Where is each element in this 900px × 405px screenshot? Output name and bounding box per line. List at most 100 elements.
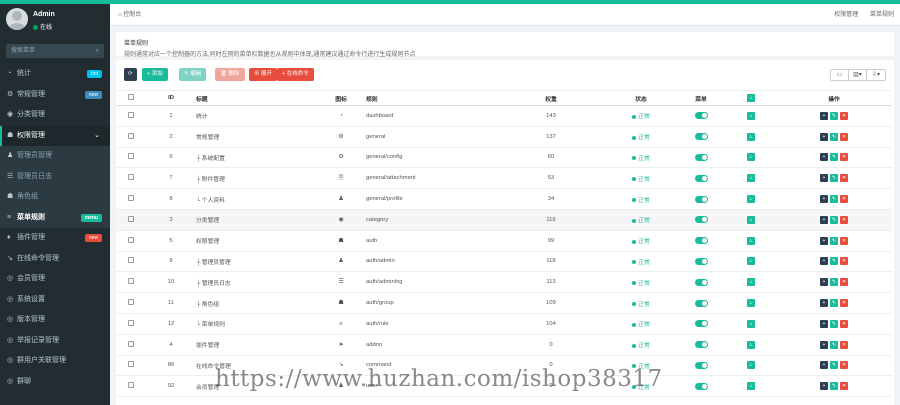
row-ismenu[interactable] <box>676 105 726 127</box>
refresh-button[interactable]: ⟳ <box>124 68 137 81</box>
sitemap-icon[interactable]: ⌂ <box>747 319 755 328</box>
row-ismenu[interactable] <box>676 271 726 294</box>
sidebar-item-8[interactable]: ♦ 插件管理 new <box>0 228 110 249</box>
add-child-icon[interactable]: + <box>820 257 828 266</box>
row-checkbox[interactable] <box>116 271 146 294</box>
status-badge[interactable]: 正常 <box>632 343 650 349</box>
table-row[interactable]: 1 统计 ◔ dashboard 143 正常 ⌂ + ✎ ✕ <box>116 105 892 127</box>
sitemap-icon[interactable]: ⌂ <box>747 361 755 370</box>
online-command-button[interactable]: + 在线命令 <box>277 68 314 81</box>
status-badge[interactable]: 正常 <box>632 114 650 120</box>
edit-icon[interactable]: ✎ <box>830 382 838 391</box>
delete-icon[interactable]: ✕ <box>840 111 848 120</box>
edit-icon[interactable]: ✎ <box>830 236 838 245</box>
edit-icon[interactable]: ✎ <box>830 111 838 120</box>
row-expand[interactable]: ⌂ <box>726 292 776 314</box>
row-status[interactable]: 正常 <box>606 188 676 210</box>
row-expand[interactable]: ⌂ <box>726 313 776 335</box>
row-status[interactable]: 正常 <box>606 209 676 231</box>
col-ismenu[interactable]: 菜单 <box>676 90 726 106</box>
status-badge[interactable]: 正常 <box>632 322 650 328</box>
add-child-icon[interactable]: + <box>820 340 828 349</box>
row-checkbox[interactable] <box>116 292 146 314</box>
sidebar-item-13[interactable]: ◎ 举报记录管理 <box>0 331 110 352</box>
sitemap-icon[interactable]: ⌂ <box>747 215 755 224</box>
delete-icon[interactable]: ✕ <box>840 236 848 245</box>
add-child-icon[interactable]: + <box>820 132 828 141</box>
status-badge[interactable]: 正常 <box>632 260 650 266</box>
row-checkbox[interactable] <box>116 209 146 231</box>
sidebar-item-9[interactable]: ↘ 在线命令管理 <box>0 249 110 270</box>
sidebar-item-3[interactable]: ☗ 权限管理 ⌄ <box>0 125 110 146</box>
add-child-icon[interactable]: + <box>820 111 828 120</box>
delete-icon[interactable]: ✕ <box>840 132 848 141</box>
export-icon[interactable]: ⇩▾ <box>867 70 885 80</box>
delete-icon[interactable]: ✕ <box>840 215 848 224</box>
row-ismenu[interactable] <box>676 188 726 210</box>
delete-icon[interactable]: ✕ <box>840 257 848 266</box>
row-checkbox[interactable] <box>116 313 146 335</box>
breadcrumb-home[interactable]: 控制台 <box>123 12 141 18</box>
row-ismenu[interactable] <box>676 251 726 273</box>
row-status[interactable]: 正常 <box>606 334 676 356</box>
delete-icon[interactable]: ✕ <box>840 153 848 162</box>
breadcrumb-item-rule[interactable]: 菜单规则 <box>870 12 894 18</box>
status-badge[interactable]: 正常 <box>632 135 650 141</box>
row-ismenu[interactable] <box>676 147 726 169</box>
sitemap-icon[interactable]: ⌂ <box>747 111 755 120</box>
sidebar-item-15[interactable]: ◎ 群聊 <box>0 372 110 393</box>
table-row[interactable]: 4 插件管理 ➤ addon 0 正常 ⌂ + ✎ ✕ <box>116 334 892 356</box>
edit-icon[interactable]: ✎ <box>830 153 838 162</box>
status-badge[interactable]: 正常 <box>632 218 650 224</box>
row-status[interactable]: 正常 <box>606 105 676 127</box>
menu-toggle-switch[interactable] <box>694 382 708 390</box>
sidebar-item-1[interactable]: ⚙ 常规管理 new <box>0 85 110 106</box>
sitemap-icon[interactable]: ⌂ <box>747 382 755 391</box>
table-row[interactable]: 10 ├ 管理员日志 ☰ auth/adminlog 113 正常 ⌂ + ✎ ✕ <box>116 271 892 294</box>
menu-toggle-switch[interactable] <box>694 195 708 203</box>
menu-toggle-switch[interactable] <box>694 216 708 224</box>
row-ismenu[interactable] <box>676 355 726 377</box>
table-row[interactable]: 2 常规管理 ⚙ general 137 正常 ⌂ + ✎ ✕ <box>116 126 892 148</box>
search-icon[interactable]: ⌕ <box>96 44 99 58</box>
row-expand[interactable]: ⌂ <box>726 105 776 127</box>
menu-toggle-switch[interactable] <box>694 257 708 265</box>
menu-toggle-switch[interactable] <box>694 174 708 182</box>
add-child-icon[interactable]: + <box>820 319 828 328</box>
sidebar-item-4[interactable]: ♟ 管理员管理 <box>0 146 110 167</box>
expand-button[interactable]: ⊕ 展开 <box>249 68 278 81</box>
status-badge[interactable]: 正常 <box>632 239 650 245</box>
row-expand[interactable]: ⌂ <box>726 355 776 377</box>
row-expand[interactable]: ⌂ <box>726 230 776 252</box>
col-rule[interactable]: 规则 <box>366 90 496 106</box>
delete-icon[interactable]: ✕ <box>840 299 848 308</box>
menu-toggle-switch[interactable] <box>694 299 708 307</box>
row-checkbox[interactable] <box>116 230 146 252</box>
sidebar-item-2[interactable]: ◉ 分类管理 <box>0 105 110 126</box>
delete-button[interactable]: 🗑 删除 <box>215 68 245 81</box>
add-button[interactable]: + 添加 <box>142 68 168 81</box>
row-expand[interactable]: ⌂ <box>726 251 776 273</box>
edit-icon[interactable]: ✎ <box>830 215 838 224</box>
row-status[interactable]: 正常 <box>606 313 676 335</box>
table-row[interactable]: 3 分类管理 ◉ category 119 正常 ⌂ + ✎ ✕ <box>116 209 892 231</box>
add-child-icon[interactable]: + <box>820 215 828 224</box>
add-child-icon[interactable]: + <box>820 174 828 183</box>
edit-icon[interactable]: ✎ <box>830 299 838 308</box>
columns-icon[interactable]: ▥▾ <box>849 70 867 80</box>
row-expand[interactable]: ⌂ <box>726 375 776 398</box>
sidebar-item-6[interactable]: ☗ 角色组 <box>0 187 110 208</box>
delete-icon[interactable]: ✕ <box>840 319 848 328</box>
edit-icon[interactable]: ✎ <box>830 340 838 349</box>
row-status[interactable]: 正常 <box>606 126 676 148</box>
menu-toggle-switch[interactable] <box>694 133 708 141</box>
edit-icon[interactable]: ✎ <box>830 195 838 204</box>
row-checkbox[interactable] <box>116 126 146 148</box>
row-status[interactable]: 正常 <box>606 292 676 314</box>
status-badge[interactable]: 正常 <box>632 156 650 162</box>
sidebar-item-11[interactable]: ◎ 系统设置 <box>0 290 110 311</box>
menu-toggle-switch[interactable] <box>694 361 708 369</box>
row-checkbox[interactable] <box>116 147 146 169</box>
row-checkbox[interactable] <box>116 188 146 210</box>
table-row[interactable]: 6 ├ 系统配置 ⚙ general/config 60 正常 ⌂ + ✎ ✕ <box>116 147 892 169</box>
